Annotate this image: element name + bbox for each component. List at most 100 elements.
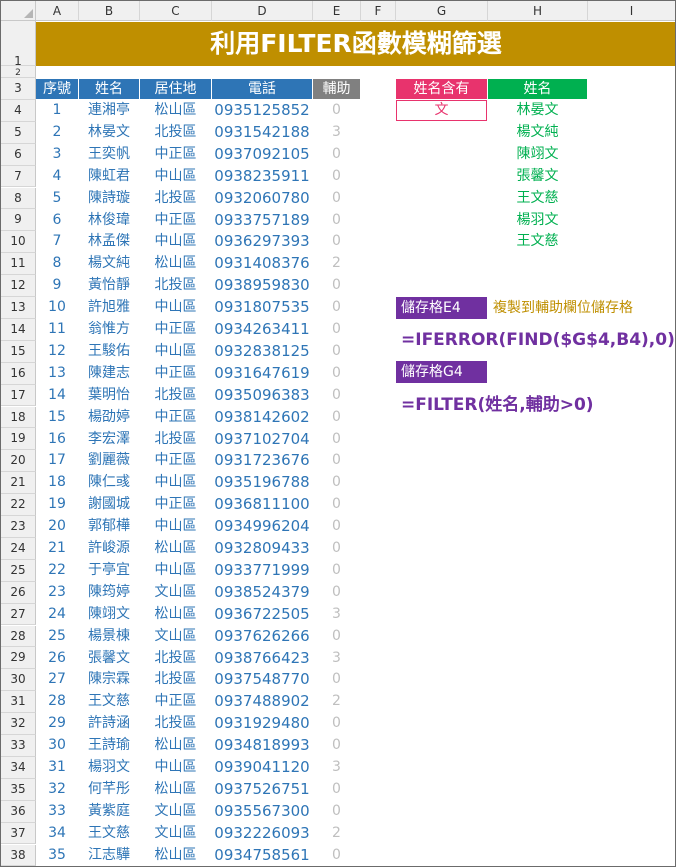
cell-phone[interactable]: 0931807535	[212, 297, 312, 317]
cell-helper[interactable]: 0	[313, 582, 360, 602]
cell-seq[interactable]: 10	[36, 297, 78, 317]
row-header-22[interactable]: 22	[1, 494, 36, 516]
criteria-input-cell[interactable]: 文	[396, 100, 487, 121]
cell-area[interactable]: 文山區	[140, 582, 211, 602]
row-header-31[interactable]: 31	[1, 691, 36, 714]
criteria-header[interactable]: 姓名含有	[396, 79, 487, 99]
cell-name[interactable]: 何芊彤	[79, 779, 139, 799]
row-header-26[interactable]: 26	[1, 581, 36, 604]
cell-name[interactable]: 許峻源	[79, 538, 139, 558]
cell-phone[interactable]: 0937488902	[212, 691, 312, 711]
cell-phone[interactable]: 0939041120	[212, 757, 312, 777]
cell-area[interactable]: 中正區	[140, 319, 211, 339]
cell-area[interactable]: 北投區	[140, 385, 211, 405]
cell-name[interactable]: 張馨文	[79, 648, 139, 668]
result-cell[interactable]: 陳翊文	[488, 144, 587, 164]
row-header-16[interactable]: 16	[1, 362, 36, 385]
cell-helper[interactable]: 2	[313, 253, 360, 273]
row-header-17[interactable]: 17	[1, 384, 36, 407]
cell-seq[interactable]: 2	[36, 122, 78, 142]
row-header-10[interactable]: 10	[1, 231, 36, 254]
cell-seq[interactable]: 1	[36, 100, 78, 120]
cell-helper[interactable]: 0	[313, 494, 360, 514]
cell-name[interactable]: 郭郁樺	[79, 516, 139, 536]
cell-name[interactable]: 江志驊	[79, 845, 139, 865]
cell-helper[interactable]: 0	[313, 516, 360, 536]
cell-seq[interactable]: 33	[36, 801, 78, 821]
cell-name[interactable]: 楊劭婷	[79, 407, 139, 427]
cell-phone[interactable]: 0938235911	[212, 166, 312, 186]
cell-helper[interactable]: 0	[313, 626, 360, 646]
row-header-11[interactable]: 11	[1, 253, 36, 276]
cell-seq[interactable]: 8	[36, 253, 78, 273]
cell-helper[interactable]: 0	[313, 363, 360, 383]
row-header-9[interactable]: 9	[1, 209, 36, 232]
cell-phone[interactable]: 0931929480	[212, 713, 312, 733]
cell-helper[interactable]: 3	[313, 604, 360, 624]
cell-phone[interactable]: 0932838125	[212, 341, 312, 361]
cell-helper[interactable]: 0	[313, 735, 360, 755]
cell-area[interactable]: 松山區	[140, 735, 211, 755]
cell-name[interactable]: 王駿佑	[79, 341, 139, 361]
row-header-29[interactable]: 29	[1, 647, 36, 670]
cell-name[interactable]: 陳宗霖	[79, 669, 139, 689]
cell-name[interactable]: 楊文純	[79, 253, 139, 273]
cell-phone[interactable]: 0935125852	[212, 100, 312, 120]
cell-area[interactable]: 中正區	[140, 407, 211, 427]
cell-name[interactable]: 謝國城	[79, 494, 139, 514]
cell-name[interactable]: 許旭雅	[79, 297, 139, 317]
cell-area[interactable]: 北投區	[140, 188, 211, 208]
row-header-28[interactable]: 28	[1, 625, 36, 648]
cell-seq[interactable]: 23	[36, 582, 78, 602]
cell-area[interactable]: 松山區	[140, 100, 211, 120]
cell-name[interactable]: 陳建志	[79, 363, 139, 383]
cell-helper[interactable]: 0	[313, 669, 360, 689]
cell-phone[interactable]: 0934996204	[212, 516, 312, 536]
col-header-d[interactable]: D	[212, 1, 313, 21]
row-header-38[interactable]: 38	[1, 844, 36, 866]
cell-helper[interactable]: 0	[313, 407, 360, 427]
cell-helper[interactable]: 3	[313, 122, 360, 142]
cell-helper[interactable]: 2	[313, 823, 360, 843]
row-header-4[interactable]: 4	[1, 99, 36, 122]
header-seq[interactable]: 序號	[36, 79, 78, 99]
cell-area[interactable]: 文山區	[140, 801, 211, 821]
cell-name[interactable]: 陳詩璇	[79, 188, 139, 208]
col-header-c[interactable]: C	[140, 1, 212, 21]
cell-area[interactable]: 北投區	[140, 713, 211, 733]
cell-phone[interactable]: 0933757189	[212, 210, 312, 230]
cell-area[interactable]: 松山區	[140, 538, 211, 558]
col-header-g[interactable]: G	[396, 1, 488, 21]
cell-seq[interactable]: 29	[36, 713, 78, 733]
cell-area[interactable]: 北投區	[140, 648, 211, 668]
cell-area[interactable]: 中山區	[140, 472, 211, 492]
row-header-7[interactable]: 7	[1, 165, 36, 188]
row-header-1[interactable]: 1	[1, 21, 36, 68]
cell-area[interactable]: 北投區	[140, 669, 211, 689]
cell-seq[interactable]: 3	[36, 144, 78, 164]
result-cell[interactable]: 王文慈	[488, 231, 587, 251]
cell-helper[interactable]: 0	[313, 538, 360, 558]
row-header-24[interactable]: 24	[1, 537, 36, 560]
cell-helper[interactable]: 0	[313, 100, 360, 120]
result-cell[interactable]: 王文慈	[488, 188, 587, 208]
cell-name[interactable]: 楊羽文	[79, 757, 139, 777]
row-header-36[interactable]: 36	[1, 800, 36, 823]
cell-phone[interactable]: 0935567300	[212, 801, 312, 821]
cell-phone[interactable]: 0936722505	[212, 604, 312, 624]
cell-phone[interactable]: 0932809433	[212, 538, 312, 558]
col-header-b[interactable]: B	[79, 1, 140, 21]
cell-name[interactable]: 王文慈	[79, 691, 139, 711]
cell-area[interactable]: 中山區	[140, 166, 211, 186]
cell-name[interactable]: 王詩瑜	[79, 735, 139, 755]
cell-seq[interactable]: 9	[36, 275, 78, 295]
cell-helper[interactable]: 0	[313, 188, 360, 208]
cell-name[interactable]: 葉明怡	[79, 385, 139, 405]
cell-name[interactable]: 劉麗薇	[79, 450, 139, 470]
cell-phone[interactable]: 0931542188	[212, 122, 312, 142]
cell-phone[interactable]: 0934818993	[212, 735, 312, 755]
row-header-8[interactable]: 8	[1, 187, 36, 210]
cell-name[interactable]: 林俊瑋	[79, 210, 139, 230]
row-header-5[interactable]: 5	[1, 121, 36, 144]
cell-name[interactable]: 王文慈	[79, 823, 139, 843]
